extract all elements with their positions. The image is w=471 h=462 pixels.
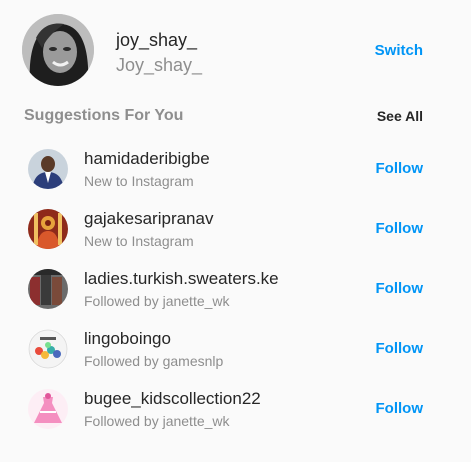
suggestion-username[interactable]: hamidaderibigbe [84,149,210,169]
suggestion-username[interactable]: lingoboingo [84,329,171,349]
see-all-button[interactable]: See All [377,108,423,124]
suggestion-username[interactable]: ladies.turkish.sweaters.ke [84,269,279,289]
list-item: gajakesaripranav New to Instagram Follow [28,205,423,265]
follow-button[interactable]: Follow [376,340,424,357]
suggestions-panel: joy_shay_ Joy_shay_ Switch Suggestions F… [0,0,471,462]
profile-avatar[interactable] [22,14,94,86]
suggestion-subtitle: New to Instagram [84,233,194,249]
suggestions-title: Suggestions For You [24,107,184,124]
suggestions-header: Suggestions For You See All [24,107,423,129]
follow-button[interactable]: Follow [376,220,424,237]
list-item: bugee_kidscollection22 Followed by janet… [28,385,423,445]
suggestion-avatar[interactable] [28,329,68,369]
suggestion-subtitle: Followed by janette_wk [84,293,230,309]
suggestion-avatar[interactable] [28,149,68,189]
current-profile: joy_shay_ Joy_shay_ Switch [22,14,423,86]
suggestion-avatar[interactable] [28,209,68,249]
suggestion-subtitle: New to Instagram [84,173,194,189]
list-item: lingoboingo Followed by gamesnlp Follow [28,325,423,385]
suggestion-avatar[interactable] [28,269,68,309]
suggestion-subtitle: Followed by gamesnlp [84,353,224,369]
list-item: hamidaderibigbe New to Instagram Follow [28,145,423,205]
suggestions-list: hamidaderibigbe New to Instagram Follow … [28,145,423,445]
follow-button[interactable]: Follow [376,280,424,297]
follow-button[interactable]: Follow [376,160,424,177]
suggestion-username[interactable]: gajakesaripranav [84,209,213,229]
suggestion-subtitle: Followed by janette_wk [84,413,230,429]
suggestion-username[interactable]: bugee_kidscollection22 [84,389,261,409]
suggestion-avatar[interactable] [28,389,68,429]
profile-username[interactable]: joy_shay_ [116,30,197,51]
follow-button[interactable]: Follow [376,400,424,417]
list-item: ladies.turkish.sweaters.ke Followed by j… [28,265,423,325]
switch-account-button[interactable]: Switch [375,42,423,59]
profile-full-name: Joy_shay_ [116,55,203,75]
